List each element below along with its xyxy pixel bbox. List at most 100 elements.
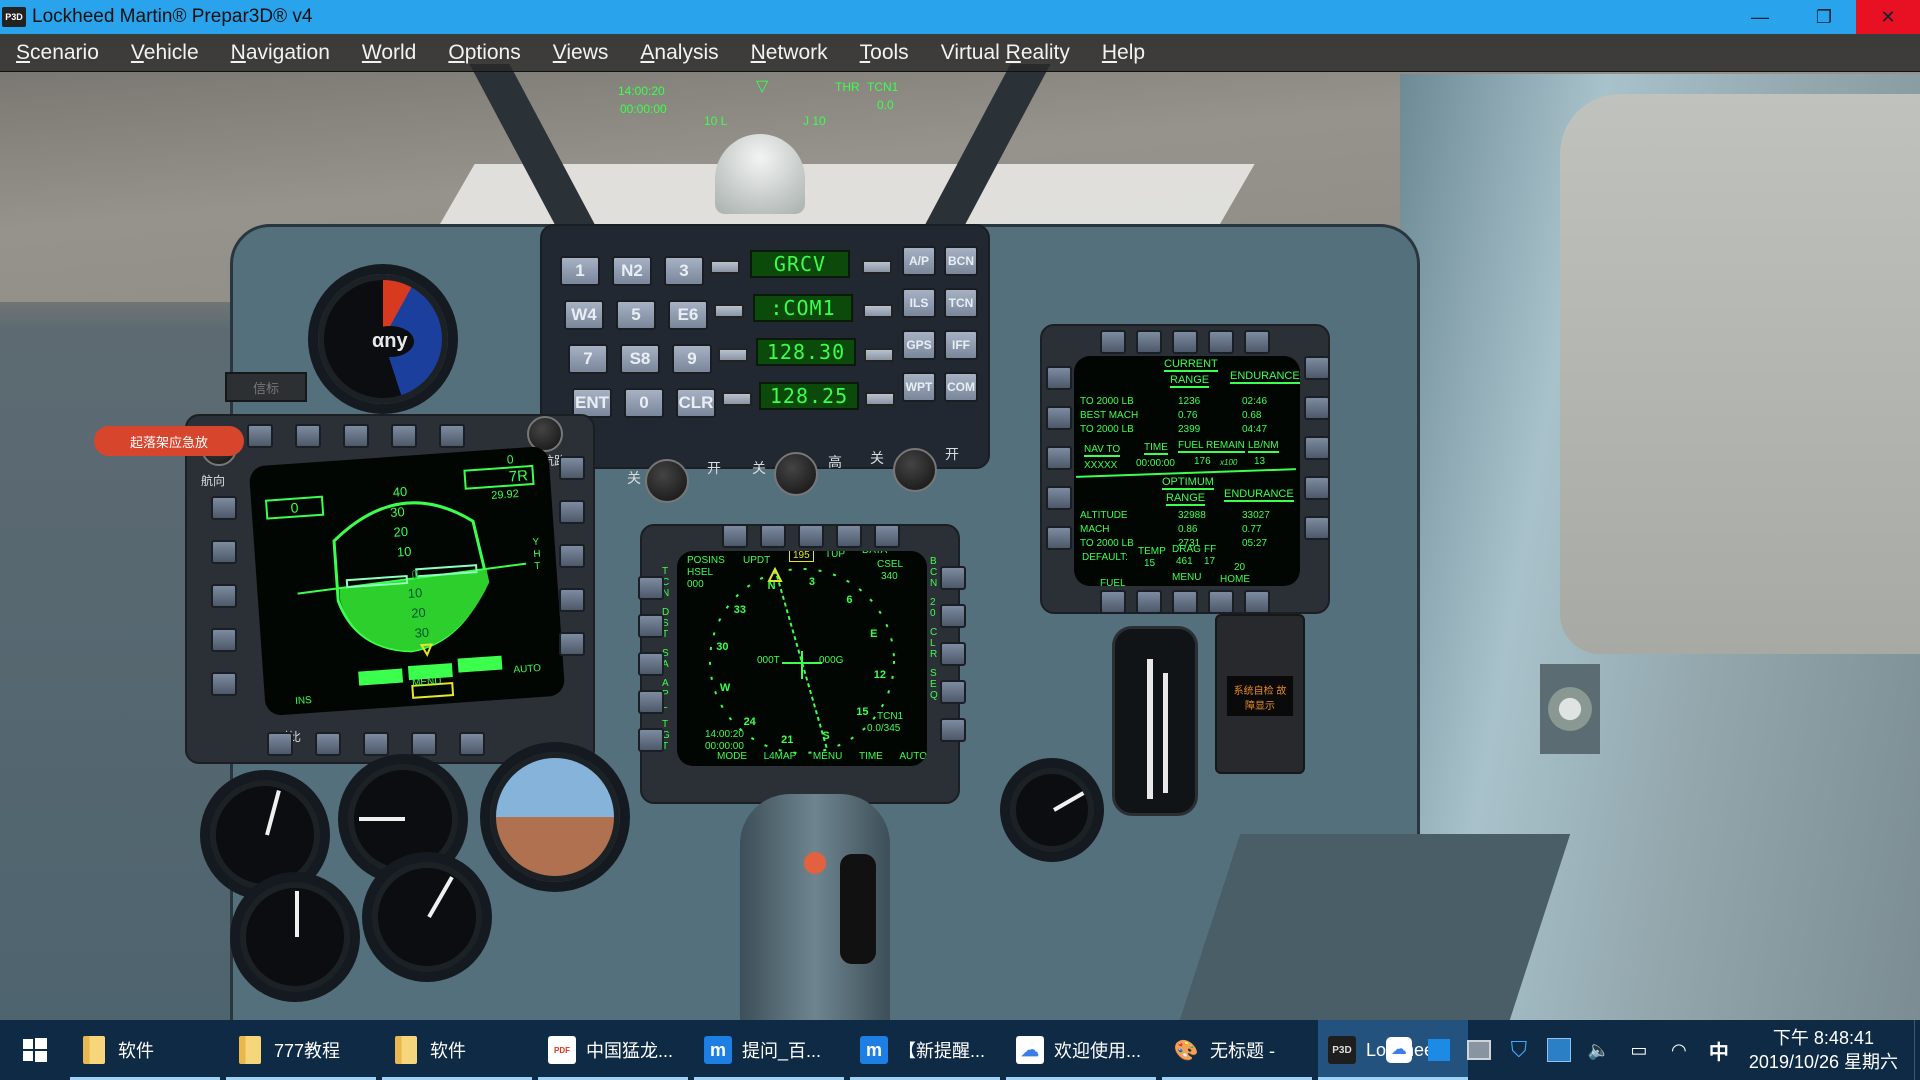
left-mfd-osb-14[interactable] — [559, 588, 585, 612]
auto-label[interactable]: AUTO — [513, 663, 541, 676]
ufc-function-key-com[interactable]: COM — [944, 372, 978, 402]
menu-options[interactable]: Options — [432, 41, 536, 65]
hsi-right-option-clr[interactable]: CLR — [930, 627, 940, 660]
ufc-key-7[interactable]: 7 — [568, 344, 608, 374]
left-mfd-osb-15[interactable] — [559, 632, 585, 656]
ufc-option-return-button-3[interactable] — [864, 348, 894, 362]
stick-grip[interactable] — [840, 854, 876, 964]
fuel-home-label[interactable]: HOME — [1220, 574, 1250, 585]
center-mfd-osb-3[interactable] — [798, 524, 824, 548]
menu-help[interactable]: Help — [1086, 41, 1161, 65]
taskbar-item[interactable]: 软件 — [70, 1020, 220, 1080]
left-mfd-osb-13[interactable] — [559, 544, 585, 568]
left-mfd-osb-12[interactable] — [559, 500, 585, 524]
left-mfd-osb-20[interactable] — [459, 732, 485, 756]
minimize-button[interactable]: — — [1728, 0, 1792, 34]
right-mfd-osb-12[interactable] — [1304, 396, 1330, 420]
right-mfd-osb-8[interactable] — [1046, 446, 1072, 470]
app-tray-icon[interactable] — [1421, 1032, 1457, 1068]
right-mfd-osb-1[interactable] — [1100, 330, 1126, 354]
ufc-mid-knob[interactable] — [774, 452, 818, 496]
right-mfd-osb-7[interactable] — [1046, 406, 1072, 430]
taskbar-item[interactable]: 软件 — [382, 1020, 532, 1080]
menu-navigation[interactable]: Navigation — [215, 41, 346, 65]
ufc-option-return-button-4[interactable] — [865, 392, 895, 406]
left-mfd-osb-10[interactable] — [211, 672, 237, 696]
left-mfd-osb-18[interactable] — [363, 732, 389, 756]
center-mfd-osb-6[interactable] — [638, 576, 664, 600]
center-mfd-osb-12[interactable] — [940, 604, 966, 628]
right-mfd-osb-13[interactable] — [1304, 436, 1330, 460]
hsi-right-option-20[interactable]: 20 — [930, 597, 940, 619]
left-mfd-osb-1[interactable] — [247, 424, 273, 448]
hsi-option-time[interactable]: TIME — [859, 751, 883, 762]
hsi-data[interactable]: DATA — [862, 551, 887, 556]
center-mfd-osb-7[interactable] — [638, 614, 664, 638]
center-mfd-osb-8[interactable] — [638, 652, 664, 676]
ufc-function-key-ils[interactable]: ILS — [902, 288, 936, 318]
ufc-key-w4[interactable]: W4 — [564, 300, 604, 330]
battery-icon[interactable]: ▭ — [1621, 1032, 1657, 1068]
start-button[interactable] — [0, 1020, 70, 1080]
left-mfd-osb-2[interactable] — [295, 424, 321, 448]
hsi-option-auto[interactable]: AUTO — [899, 751, 927, 762]
right-mfd-osb-3[interactable] — [1172, 330, 1198, 354]
ufc-option-select-button-1[interactable] — [710, 260, 740, 274]
right-mfd-osb-11[interactable] — [1304, 356, 1330, 380]
ufc-right-knob[interactable] — [893, 448, 937, 492]
right-mfd-osb-5[interactable] — [1244, 330, 1270, 354]
menu-tools[interactable]: Tools — [844, 41, 925, 65]
menu-world[interactable]: World — [346, 41, 432, 65]
left-mfd-osb-7[interactable] — [211, 540, 237, 564]
control-stick[interactable] — [740, 794, 890, 1020]
center-mfd-osb-9[interactable] — [638, 690, 664, 714]
hsi-right-option-seq[interactable]: SEQ — [930, 668, 940, 701]
system-clock[interactable]: 下午 8:48:41 2019/10/26 星期六 — [1749, 1026, 1898, 1074]
fuel-page-label[interactable]: FUEL — [1100, 578, 1126, 586]
ufc-function-key-gps[interactable]: GPS — [902, 330, 936, 360]
ufc-key-1[interactable]: 1 — [560, 256, 600, 286]
ufc-option-return-button-1[interactable] — [862, 260, 892, 274]
taskbar-item[interactable]: ☁ 欢迎使用... — [1006, 1020, 1156, 1080]
menu-virtual-reality[interactable]: Virtual Reality — [925, 41, 1086, 65]
hsi-right-option-bcn[interactable]: BCN — [930, 556, 940, 589]
center-mfd-osb-14[interactable] — [940, 680, 966, 704]
cockpit-view[interactable]: 14:00:20 00:00:00 10 L J 10 THR TCN1 0.0… — [0, 34, 1920, 1020]
center-mfd-osb-1[interactable] — [722, 524, 748, 548]
ufc-key-s8[interactable]: S8 — [620, 344, 660, 374]
right-mfd-osb-14[interactable] — [1304, 476, 1330, 500]
touchpad-icon[interactable] — [1461, 1032, 1497, 1068]
right-mfd-osb-6[interactable] — [1046, 366, 1072, 390]
volume-icon[interactable]: 🔈 — [1581, 1032, 1617, 1068]
right-mfd-osb-16[interactable] — [1100, 590, 1126, 614]
ufc-key-n2[interactable]: N2 — [612, 256, 652, 286]
security-shield-icon[interactable]: ⛉ — [1501, 1032, 1537, 1068]
hsi-posins[interactable]: POSINS — [687, 555, 725, 566]
ufc-key-0[interactable]: 0 — [624, 388, 664, 418]
taskbar-item[interactable]: m 提问_百... — [694, 1020, 844, 1080]
ufc-key-e6[interactable]: E6 — [668, 300, 708, 330]
right-mfd-osb-2[interactable] — [1136, 330, 1162, 354]
restore-button[interactable]: ❐ — [1792, 0, 1856, 34]
hsi-option-menu[interactable]: MENU — [813, 751, 842, 762]
taskbar-item[interactable]: PDF 中国猛龙... — [538, 1020, 688, 1080]
ins-label[interactable]: INS — [295, 695, 312, 707]
left-mfd-osb-5[interactable] — [439, 424, 465, 448]
center-mfd-osb-4[interactable] — [836, 524, 862, 548]
right-mfd-osb-10[interactable] — [1046, 526, 1072, 550]
ufc-option-select-button-4[interactable] — [722, 392, 752, 406]
ufc-left-knob[interactable] — [645, 459, 689, 503]
p3d-app-icon[interactable]: P3D — [2, 7, 26, 27]
menu-analysis[interactable]: Analysis — [624, 41, 734, 65]
left-mfd-osb-16[interactable] — [267, 732, 293, 756]
taskbar-item[interactable]: 777教程 — [226, 1020, 376, 1080]
hsi-updt[interactable]: UPDT — [743, 555, 770, 566]
close-button[interactable]: ✕ — [1856, 0, 1920, 34]
menu-views[interactable]: Views — [537, 41, 625, 65]
center-mfd-osb-15[interactable] — [940, 718, 966, 742]
right-mfd-osb-18[interactable] — [1172, 590, 1198, 614]
hsi-option-mode[interactable]: MODE — [717, 751, 747, 762]
menu-scenario[interactable]: Scenario — [0, 41, 115, 65]
ufc-function-key-wpt[interactable]: WPT — [902, 372, 936, 402]
left-mfd-osb-19[interactable] — [411, 732, 437, 756]
